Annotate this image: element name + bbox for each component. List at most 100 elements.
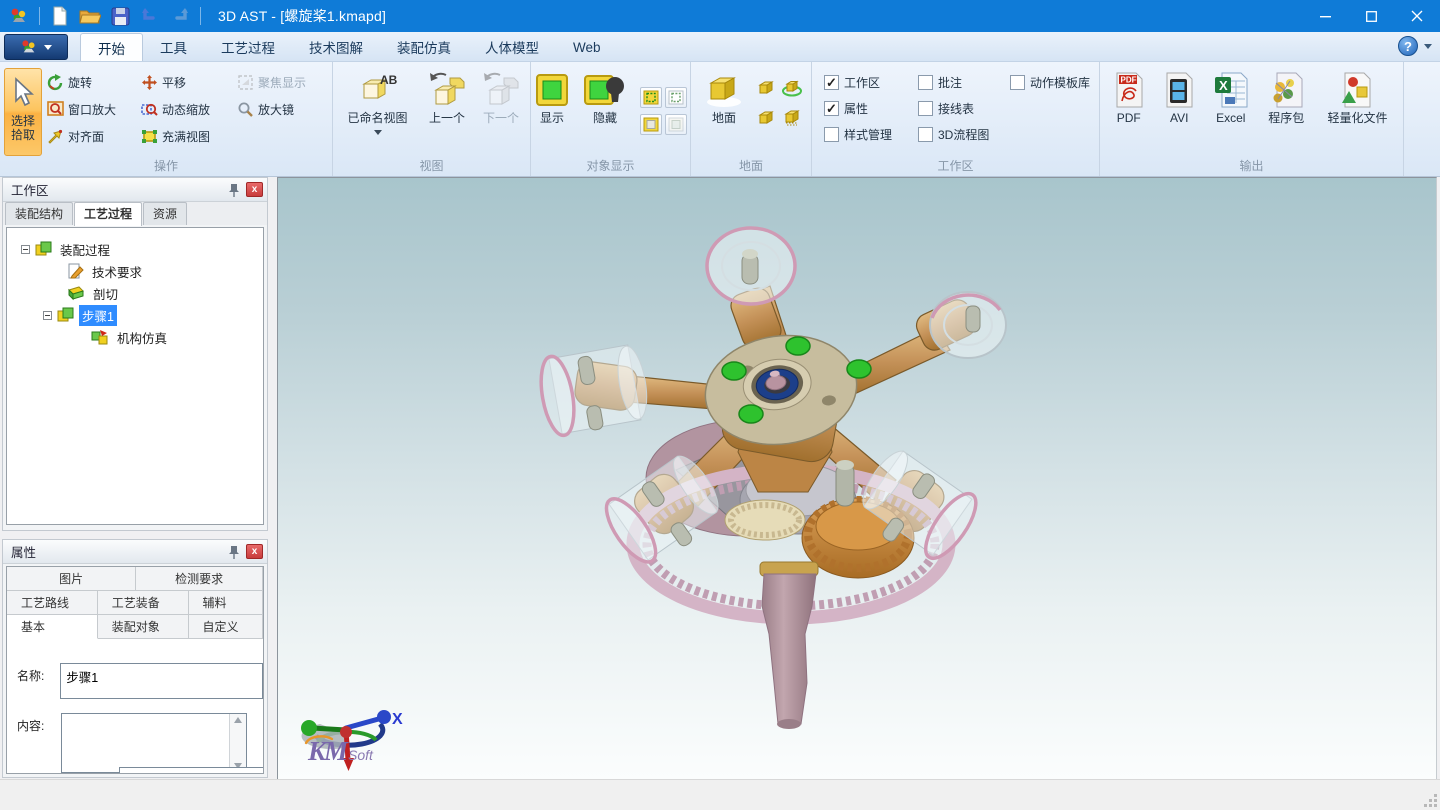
tab-tools[interactable]: 工具 [143,33,204,61]
separator [39,7,40,25]
redo-button[interactable] [167,4,193,28]
named-views-button[interactable]: AB 已命名视图 [337,66,418,158]
checkbox-annotation[interactable]: 批注 [918,74,1004,91]
checkbox-action-template-library[interactable]: 动作模板库 [1010,74,1090,91]
pin-icon[interactable] [226,544,242,560]
fit-view-button[interactable]: 充满视图 [138,126,234,147]
tree-item-mechanism-simulation[interactable]: 机构仿真 [7,326,263,348]
ground-option-2-button[interactable] [779,72,805,102]
resize-grip[interactable] [1423,793,1437,807]
app-logo-icon[interactable] [6,4,32,28]
tech-requirements-icon [67,263,84,279]
new-file-button[interactable] [47,4,73,28]
ribbon-group-object-display: 显示 隐藏 对象显示 [531,62,691,176]
checkbox-3d-flowchart[interactable]: 3D流程图 [918,126,1004,143]
ground-button[interactable]: 地面 [697,66,751,158]
prop-tab-basic[interactable]: 基本 [7,615,98,639]
x-axis [346,718,382,728]
tab-assembly-structure[interactable]: 装配结构 [5,202,73,225]
undo-button[interactable] [137,4,163,28]
package-icon [1268,70,1304,110]
viewport-3d[interactable]: X KMSoft [277,177,1437,779]
properties-panel-close-button[interactable]: x [246,544,263,559]
close-button[interactable] [1394,0,1440,32]
tab-process-flow[interactable]: 工艺过程 [74,202,142,226]
tree-item-section[interactable]: 剖切 [7,282,263,304]
select-pick-button[interactable]: 选择拾取 [4,68,42,156]
prop-tab-process-equipment[interactable]: 工艺装备 [98,591,189,615]
group-label-ground: 地面 [691,157,811,174]
previous-view-button[interactable]: 上一个 [422,66,472,158]
prop-tab-custom[interactable]: 自定义 [189,615,263,639]
prop-tab-process-route[interactable]: 工艺路线 [7,591,98,615]
checkbox-style-manager[interactable]: 样式管理 [824,126,912,143]
export-pdf-button[interactable]: PDF PDF [1104,66,1154,158]
tab-home[interactable]: 开始 [80,33,143,61]
pan-button[interactable]: 平移 [138,72,234,93]
show-selected-button[interactable] [640,87,662,108]
checkbox-wiring-table[interactable]: 接线表 [918,100,1004,117]
checkbox-workspace[interactable]: ✓工作区 [824,74,912,91]
app-menu-button[interactable] [4,34,68,60]
prop-tab-assembly-object[interactable]: 装配对象 [98,615,189,639]
tree-item-step1[interactable]: 步骤1 [7,304,263,326]
tab-assembly-simulation[interactable]: 装配仿真 [380,33,468,61]
prop-tab-auxiliary[interactable]: 辅料 [189,591,263,615]
prop-tab-inspection[interactable]: 检测要求 [136,567,263,591]
tree-item-assembly-process[interactable]: 装配过程 [7,238,263,260]
tab-tech-illustration[interactable]: 技术图解 [292,33,380,61]
kmsoft-logo: KMSoft [308,738,373,765]
pin-icon[interactable] [226,182,242,198]
collapse-icon[interactable] [43,311,52,320]
scrollbar[interactable] [229,714,246,772]
lightweight-file-icon [1339,70,1375,110]
ground-option-3-button[interactable] [753,102,779,132]
quick-access-toolbar [0,4,204,28]
magnifier-button[interactable]: 放大镜 [234,99,328,120]
excel-icon: X [1213,70,1249,110]
dynamic-zoom-button[interactable]: 动态缩放 [138,99,234,120]
ground-option-4-button[interactable] [779,102,805,132]
export-package-button[interactable]: 程序包 [1258,66,1313,158]
prop-tab-picture[interactable]: 图片 [7,567,136,591]
export-excel-button[interactable]: X Excel [1205,66,1256,158]
tree-item-tech-requirements[interactable]: 技术要求 [7,260,263,282]
tab-human-model[interactable]: 人体模型 [468,33,556,61]
checkbox-mark [918,127,933,142]
export-avi-button[interactable]: AVI [1156,66,1204,158]
ribbon-group-view: AB 已命名视图 上一个 下一个 视图 [333,62,531,176]
checkbox-properties[interactable]: ✓属性 [824,100,912,117]
hide-selected-button[interactable] [640,114,662,135]
focus-display-button[interactable]: 聚焦显示 [234,72,328,93]
export-lightweight-file-button[interactable]: 轻量化文件 [1316,66,1399,158]
show-all-button[interactable] [665,87,687,108]
align-face-button[interactable]: 对齐面 [44,126,138,147]
ribbon-options-caret-icon[interactable] [1424,44,1432,49]
hide-all-button[interactable] [665,114,687,135]
help-button[interactable]: ? [1398,36,1418,56]
logo-soft: Soft [348,747,373,763]
name-input[interactable]: 步骤1 [60,663,263,699]
process-tree: 装配过程 技术要求 剖切 步骤1 机构仿真 [6,227,264,525]
rotate-button[interactable]: 旋转 [44,72,138,93]
ground-option-1-button[interactable] [753,72,779,102]
tab-resources[interactable]: 资源 [143,202,187,225]
collapse-icon[interactable] [21,245,30,254]
next-view-button[interactable]: 下一个 [476,66,526,158]
minimize-button[interactable] [1302,0,1348,32]
workspace-panel-close-button[interactable]: x [246,182,263,197]
open-file-button[interactable] [77,4,103,28]
maximize-button[interactable] [1348,0,1394,32]
content-input[interactable] [62,714,229,772]
tab-web[interactable]: Web [556,33,618,61]
hide-icon [584,70,626,110]
tab-process[interactable]: 工艺过程 [204,33,292,61]
show-object-button[interactable]: 显示 [530,66,574,158]
window-zoom-button[interactable]: 窗口放大 [44,99,138,120]
hide-object-button[interactable]: 隐藏 [580,66,630,158]
ribbon: 选择拾取 旋转 平移 聚焦显示 窗口放大 动态缩放 [0,62,1440,177]
scroll-up-icon[interactable] [234,717,242,723]
checkbox-mark [918,75,933,90]
save-button[interactable] [107,4,133,28]
svg-text:PDF: PDF [1120,76,1136,85]
